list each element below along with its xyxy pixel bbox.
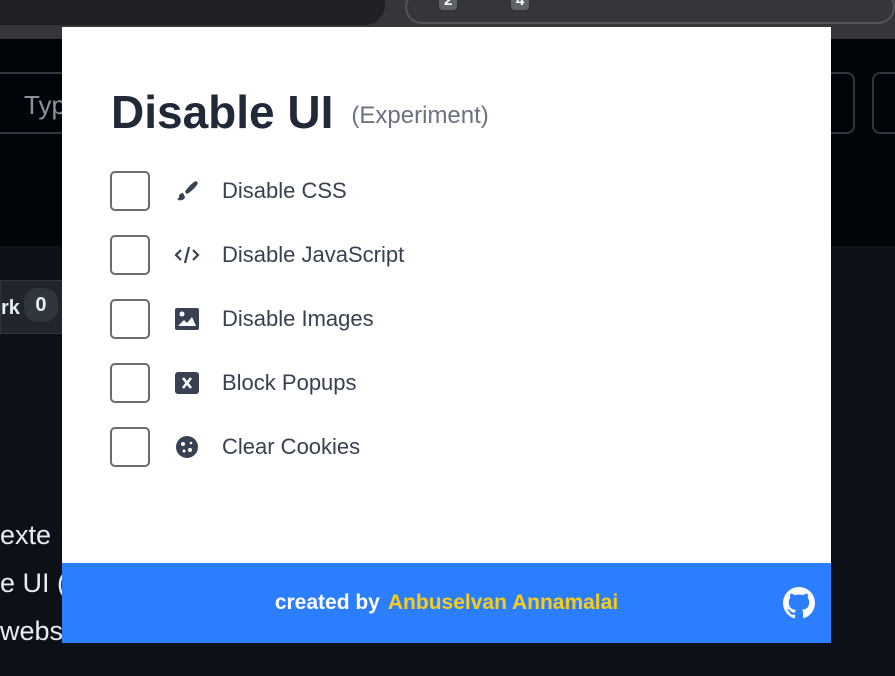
extensions-area: 2 4: [405, 0, 895, 24]
image-icon: [172, 308, 202, 330]
option-label: Clear Cookies: [222, 434, 361, 459]
footer: created by Anbuselvan Annamalai: [62, 563, 831, 643]
paintbrush-icon: [172, 179, 202, 203]
checkbox[interactable]: [110, 171, 150, 211]
checkbox[interactable]: [110, 235, 150, 275]
author-link[interactable]: Anbuselvan Annamalai: [388, 591, 618, 615]
background-text: e UI (: [0, 568, 67, 598]
footer-prefix: created by: [274, 591, 380, 614]
cookie-icon: [172, 435, 202, 459]
title-text: Disable UI: [111, 86, 334, 138]
github-icon[interactable]: [783, 587, 815, 625]
background-text: exte: [0, 520, 52, 550]
extension-badge[interactable]: 2: [439, 0, 458, 10]
option-label: Block Popups: [222, 370, 357, 395]
header-button[interactable]: [872, 72, 895, 134]
popup-title: Disable UI (Experiment): [111, 85, 489, 139]
option-label: Disable JavaScript: [222, 242, 405, 267]
option-disable-javascript[interactable]: Disable JavaScript: [110, 235, 404, 275]
close-square-icon: [172, 372, 202, 394]
code-icon: [172, 245, 202, 265]
fork-count: 0: [23, 288, 58, 322]
option-clear-cookies[interactable]: Clear Cookies: [110, 427, 360, 467]
checkbox[interactable]: [110, 427, 150, 467]
option-disable-css[interactable]: Disable CSS: [110, 171, 347, 211]
search-input[interactable]: Typ: [0, 72, 70, 134]
fork-label: rk: [1, 296, 20, 319]
option-block-popups[interactable]: Block Popups: [110, 363, 357, 403]
option-disable-images[interactable]: Disable Images: [110, 299, 374, 339]
background-text: websi: [0, 616, 70, 646]
extension-badge[interactable]: 4: [511, 0, 530, 10]
checkbox[interactable]: [110, 299, 150, 339]
extension-popup: Disable UI (Experiment) Disable CSS Disab…: [62, 27, 831, 643]
address-bar[interactable]: [0, 0, 385, 25]
fork-button[interactable]: rk 0: [0, 280, 70, 334]
option-label: Disable Images: [222, 306, 374, 331]
option-label: Disable CSS: [222, 178, 347, 203]
subtitle: (Experiment): [351, 101, 489, 129]
checkbox[interactable]: [110, 363, 150, 403]
